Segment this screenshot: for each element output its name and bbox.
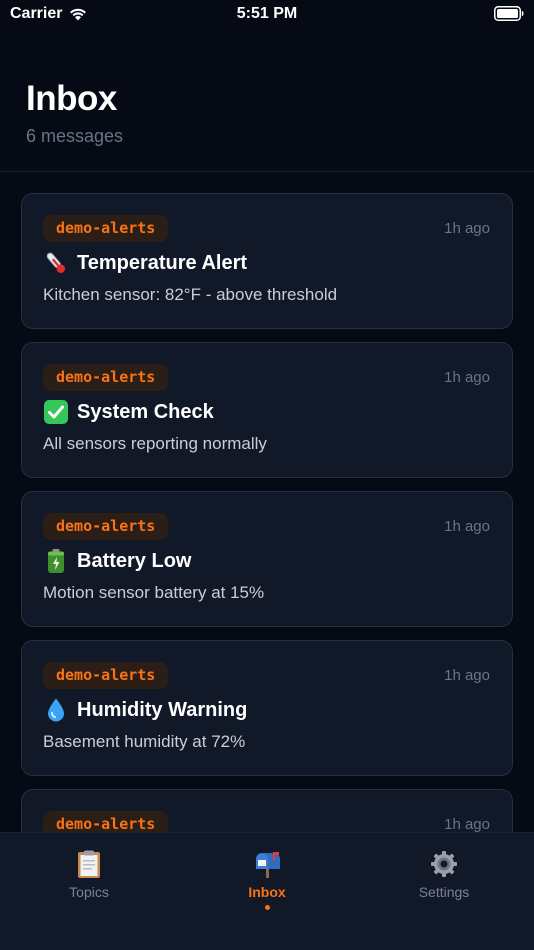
message-timestamp: 1h ago <box>444 220 490 237</box>
tab-inbox[interactable]: Inbox <box>207 849 327 910</box>
status-bar: Carrier 5:51 PM <box>0 0 534 30</box>
active-tab-indicator <box>264 905 270 910</box>
topic-badge: demo-alerts <box>43 364 169 391</box>
message-card[interactable]: demo-alerts 1h ago Temperature Alert Kit… <box>21 193 513 329</box>
message-timestamp: 1h ago <box>444 816 490 833</box>
message-title: Humidity Warning <box>43 697 247 723</box>
tab-settings[interactable]: Settings <box>384 849 504 900</box>
message-title-text: Temperature Alert <box>77 251 248 274</box>
message-body: Motion sensor battery at 15% <box>43 583 265 602</box>
clock: 5:51 PM <box>236 5 298 22</box>
message-title-text: Humidity Warning <box>77 698 248 721</box>
message-body: All sensors reporting normally <box>43 434 267 453</box>
message-card[interactable]: demo-alerts 1h ago Battery Low Motion se… <box>21 491 513 627</box>
clipboard-icon <box>78 850 100 878</box>
check-mark-icon <box>43 399 69 425</box>
tab-label: Settings <box>418 884 470 900</box>
tab-topics[interactable]: Topics <box>29 849 149 900</box>
message-title: Battery Low <box>43 548 191 574</box>
tab-label: Inbox <box>248 884 286 900</box>
header-divider <box>0 171 534 172</box>
message-timestamp: 1h ago <box>444 369 490 386</box>
message-count: 6 messages <box>26 126 124 146</box>
message-body: Kitchen sensor: 82°F - above threshold <box>43 285 338 304</box>
battery-status-icon <box>494 6 524 21</box>
topic-badge: demo-alerts <box>43 215 169 242</box>
message-title: Temperature Alert <box>43 250 247 276</box>
screen: Carrier 5:51 PM Inbox 6 messages demo-al… <box>0 0 534 950</box>
message-title-text: System Check <box>77 400 214 423</box>
message-title: System Check <box>43 399 214 425</box>
topic-badge: demo-alerts <box>43 662 169 689</box>
tab-label: Topics <box>69 884 109 900</box>
page-header: Inbox 6 messages <box>26 78 123 147</box>
message-title-text: Battery Low <box>77 549 192 572</box>
mailbox-icon <box>256 852 280 878</box>
message-timestamp: 1h ago <box>444 518 490 535</box>
page-title: Inbox <box>26 79 117 118</box>
gear-icon <box>431 851 457 877</box>
battery-icon <box>43 548 69 574</box>
tab-bar: Topics Inbox Settings <box>0 832 534 950</box>
message-body: Basement humidity at 72% <box>43 732 246 751</box>
droplet-icon <box>43 697 69 723</box>
message-list[interactable]: demo-alerts 1h ago Temperature Alert Kit… <box>21 193 513 938</box>
topic-badge: demo-alerts <box>43 513 169 540</box>
message-card[interactable]: demo-alerts 1h ago System Check All sens… <box>21 342 513 478</box>
thermometer-icon <box>43 250 69 276</box>
message-card[interactable]: demo-alerts 1h ago Humidity Warning Base… <box>21 640 513 776</box>
message-timestamp: 1h ago <box>444 667 490 684</box>
